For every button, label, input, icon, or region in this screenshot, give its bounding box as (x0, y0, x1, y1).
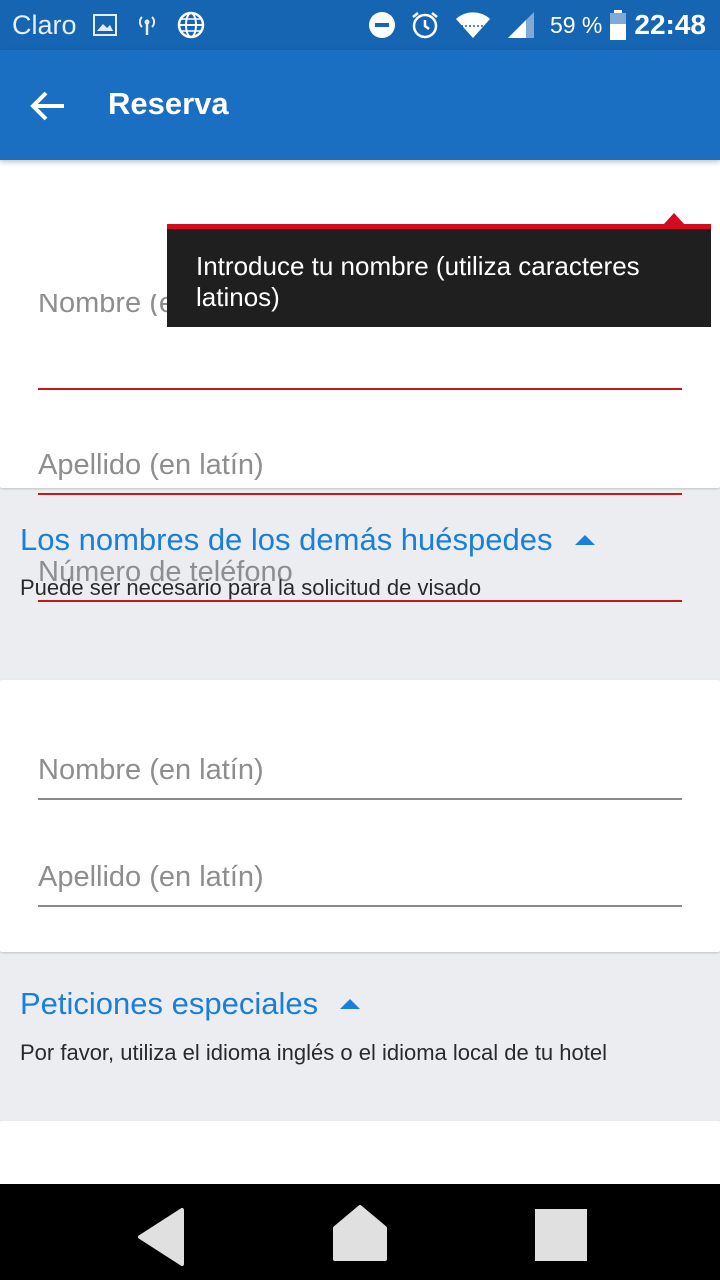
battery-icon (610, 10, 627, 40)
other-guests-header[interactable]: Los nombres de los demás huéspedes (20, 522, 595, 558)
status-left: Claro (12, 10, 223, 41)
status-bar: Claro 59 % 22:48 (0, 0, 720, 50)
recents-square-icon (535, 1209, 587, 1261)
guest-first-name-underline (38, 798, 682, 800)
error-tooltip: Introduce tu nombre (utiliza caracteres … (167, 229, 711, 327)
last-name-field[interactable]: Apellido (en latín) (38, 443, 682, 495)
first-name-underline (38, 388, 682, 390)
carrier-name: Claro (12, 9, 77, 40)
special-requests-title: Peticiones especiales (20, 986, 319, 1021)
guest-last-name-label: Apellido (en latín) (38, 861, 264, 893)
signal-icon (506, 11, 536, 39)
other-guests-card: Nombre (en latín) Apellido (en latín) (0, 680, 720, 952)
guest-last-name-field[interactable]: Apellido (en latín) (38, 855, 682, 907)
home-icon (333, 1205, 387, 1261)
nav-recents-button[interactable] (534, 1208, 588, 1267)
image-icon (92, 14, 117, 36)
hotspot-icon (135, 13, 159, 37)
globe-icon (177, 11, 205, 39)
wifi-icon (454, 10, 492, 40)
alarm-icon (410, 10, 440, 40)
nav-home-button[interactable] (332, 1204, 388, 1267)
last-name-underline (38, 493, 682, 495)
nav-back-button[interactable] (136, 1206, 186, 1273)
clock: 22:48 (634, 9, 706, 40)
special-requests-subtitle: Por favor, utiliza el idioma inglés o el… (20, 1040, 607, 1065)
other-guests-title: Los nombres de los demás huéspedes (20, 522, 553, 557)
other-guests-subtitle: Puede ser necesario para la solicitud de… (20, 575, 482, 600)
back-triangle-icon (138, 1208, 184, 1266)
last-name-label: Apellido (en latín) (38, 449, 264, 481)
first-name-field[interactable] (38, 338, 682, 390)
guest-last-name-underline (38, 905, 682, 907)
back-button[interactable] (28, 86, 68, 126)
guest-first-name-field[interactable]: Nombre (en latín) (38, 748, 682, 800)
page-title: Reserva (108, 86, 229, 121)
do-not-disturb-icon (368, 11, 396, 39)
caret-up-icon (574, 535, 595, 545)
special-requests-header[interactable]: Peticiones especiales (20, 986, 361, 1022)
guest-first-name-label: Nombre (en latín) (38, 754, 264, 786)
arrow-left-icon (30, 91, 64, 121)
app-bar: Reserva (0, 50, 720, 160)
battery-percent: 59 % (549, 11, 603, 38)
caret-up-icon (340, 999, 361, 1009)
status-right: 59 % 22:48 (368, 9, 706, 41)
navigation-bar (0, 1184, 720, 1280)
